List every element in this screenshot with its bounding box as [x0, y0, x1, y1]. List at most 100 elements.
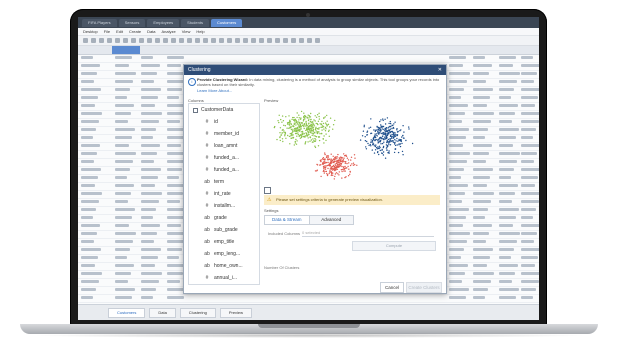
app-tab[interactable]: Sensors [118, 18, 146, 27]
table-cell [473, 176, 490, 179]
table-cell [141, 64, 160, 67]
toolbar-icon[interactable] [227, 38, 232, 43]
toolbar-icon[interactable] [163, 38, 168, 43]
toolbar-icon[interactable] [259, 38, 264, 43]
table-cell [115, 256, 127, 259]
cancel-button[interactable]: Cancel [380, 282, 404, 293]
toolbar-icon[interactable] [275, 38, 280, 43]
grid-column-header[interactable] [190, 46, 448, 54]
column-list-item[interactable]: ab sub_grade [189, 224, 259, 236]
sheet-tab[interactable]: Clustering [179, 307, 216, 318]
sheet-tab[interactable]: Data [149, 307, 176, 318]
toolbar-icon[interactable] [243, 38, 248, 43]
toolbar-icon[interactable] [131, 38, 136, 43]
cluster-point [365, 148, 368, 150]
grid-column-header[interactable] [446, 46, 472, 54]
tab-advanced[interactable]: Advanced [309, 216, 353, 224]
menu-item[interactable]: Edit [116, 29, 123, 34]
toolbar-icon[interactable] [115, 38, 120, 43]
compute-button[interactable]: Compute [352, 241, 436, 251]
menu-item[interactable]: Analyze [162, 29, 176, 34]
column-list-item[interactable]: # funded_a... [189, 164, 259, 176]
toolbar-icon[interactable] [307, 38, 312, 43]
cluster-point [306, 135, 309, 137]
column-list-item[interactable]: # funded_a... [189, 152, 259, 164]
toolbar-icon[interactable] [195, 38, 200, 43]
included-columns-input[interactable]: 0 selected [302, 229, 434, 237]
column-list-item[interactable]: # loan_amnt [189, 140, 259, 152]
learn-more-link[interactable]: Learn More About... [197, 88, 232, 93]
toolbar-icon[interactable] [283, 38, 288, 43]
toolbar-icon[interactable] [235, 38, 240, 43]
app-tab[interactable]: Employees [147, 18, 180, 27]
cluster-point [378, 129, 380, 132]
cluster-point [390, 134, 392, 137]
grid-column-header[interactable] [164, 46, 192, 54]
table-row[interactable] [78, 294, 539, 303]
text-type-icon: ab [204, 179, 210, 185]
cluster-point [389, 140, 391, 142]
column-list-item[interactable]: # annual_i... [189, 272, 259, 284]
sheet-tab[interactable]: Preview [219, 307, 253, 318]
toolbar-icon[interactable] [83, 38, 88, 43]
column-list-item[interactable]: # installm... [189, 200, 259, 212]
grid-column-header[interactable] [112, 46, 140, 54]
column-list-item[interactable]: ab home_own... [189, 260, 259, 272]
toolbar-icon[interactable] [139, 38, 144, 43]
toolbar-icon[interactable] [187, 38, 192, 43]
numeric-type-icon: # [205, 191, 209, 197]
create-clusters-button[interactable]: Create Clusters [406, 282, 442, 293]
toolbar-icon[interactable] [107, 38, 112, 43]
grid-column-header[interactable] [138, 46, 166, 54]
cluster-point [326, 155, 328, 158]
table-cell [499, 192, 515, 195]
toolbar-icon[interactable] [99, 38, 104, 43]
menu-item[interactable]: Data [147, 29, 155, 34]
column-list-item[interactable]: ab emp_leng... [189, 248, 259, 260]
toolbar-icon[interactable] [219, 38, 224, 43]
toolbar-icon[interactable] [211, 38, 216, 43]
cluster-point [294, 142, 296, 144]
grid-column-header[interactable] [470, 46, 498, 54]
grid-column-header[interactable] [78, 46, 114, 54]
menu-item[interactable]: File [104, 29, 110, 34]
menu-item[interactable]: Desktop [83, 29, 98, 34]
menu-item[interactable]: Help [196, 29, 204, 34]
toolbar-icon[interactable] [291, 38, 296, 43]
checkbox[interactable] [193, 107, 198, 113]
column-list-item[interactable]: ab emp_title [189, 236, 259, 248]
column-list-item[interactable]: ab term [189, 176, 259, 188]
column-list-item[interactable]: # int_rate [189, 188, 259, 200]
grid-column-header[interactable] [518, 46, 539, 54]
menu-item[interactable]: View [182, 29, 191, 34]
preview-toggle-checkbox[interactable] [264, 187, 271, 194]
app-tab[interactable]: Customers [210, 18, 243, 27]
column-list-item[interactable]: CustomerData [189, 104, 259, 116]
toolbar-icon[interactable] [91, 38, 96, 43]
cluster-point [395, 140, 397, 142]
column-list-item[interactable]: ab grade [189, 212, 259, 224]
app-tab[interactable]: FIFA Players [82, 18, 117, 27]
toolbar-icon[interactable] [155, 38, 160, 43]
toolbar-icon[interactable] [147, 38, 152, 43]
column-list-item[interactable]: # id [189, 116, 259, 128]
tab-data-stream[interactable]: Data & Stream [265, 216, 310, 224]
menu-item[interactable]: Create [129, 29, 141, 34]
cluster-point [389, 120, 391, 123]
toolbar-icon[interactable] [315, 38, 320, 43]
toolbar-icon[interactable] [123, 38, 128, 43]
toolbar-icon[interactable] [299, 38, 304, 43]
toolbar-icon[interactable] [203, 38, 208, 43]
toolbar-icon[interactable] [251, 38, 256, 43]
column-list-item[interactable]: # member_id [189, 128, 259, 140]
app-tab[interactable]: Students [181, 18, 209, 27]
table-cell [81, 176, 98, 179]
close-icon[interactable]: ✕ [438, 65, 442, 75]
cluster-point [329, 126, 331, 128]
toolbar-icon[interactable] [171, 38, 176, 43]
cluster-point [332, 128, 334, 130]
toolbar-icon[interactable] [267, 38, 272, 43]
toolbar-icon[interactable] [179, 38, 184, 43]
grid-column-header[interactable] [496, 46, 520, 54]
sheet-tab[interactable]: Customers [108, 307, 146, 318]
